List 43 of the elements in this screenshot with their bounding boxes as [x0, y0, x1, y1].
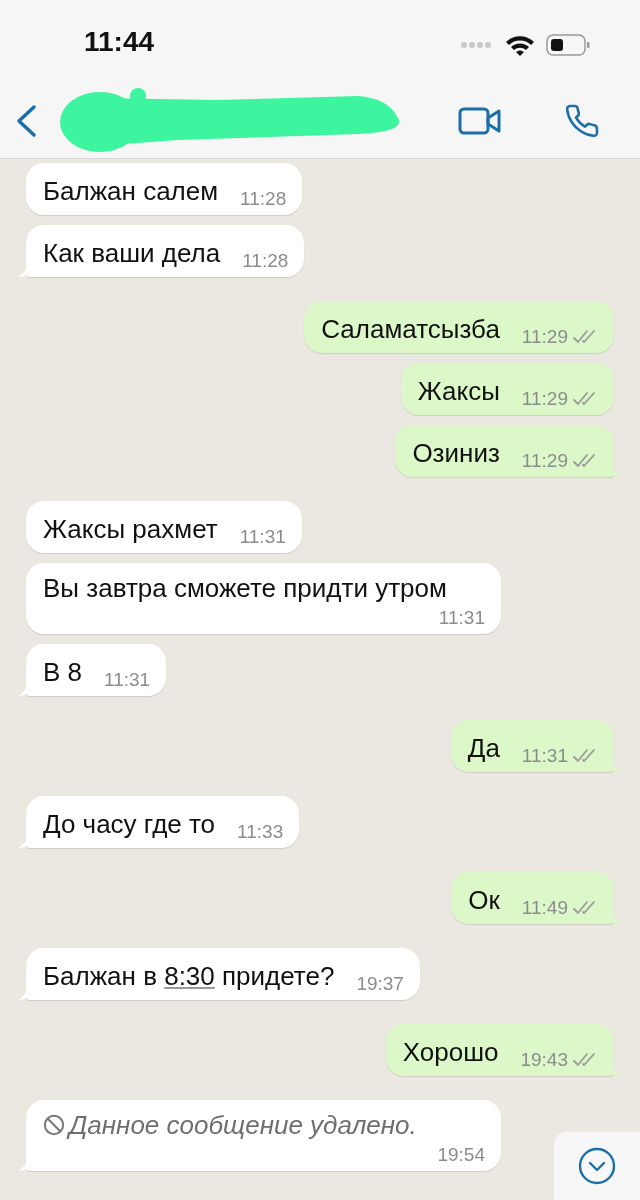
message-time: 11:28	[240, 188, 287, 210]
scroll-down-button[interactable]	[554, 1132, 640, 1200]
message-text: Вы завтра сможете придти утром	[43, 573, 447, 603]
message-time: 11:28	[242, 250, 289, 272]
message-text: Да	[467, 733, 500, 763]
message-text: Озиниз	[412, 438, 500, 468]
video-call-icon[interactable]	[458, 107, 502, 135]
message-time: 19:54	[437, 1144, 485, 1166]
time-link[interactable]: 8:30	[164, 961, 215, 991]
message-time: 11:29	[521, 450, 568, 472]
incoming-message-bubble[interactable]: Балжан салем 11:28	[26, 163, 303, 215]
incoming-message-bubble[interactable]: Жаксы рахмет 11:31	[26, 501, 302, 553]
chevron-down-icon	[578, 1147, 616, 1185]
wifi-icon	[506, 34, 534, 56]
incoming-message-bubble[interactable]: Вы завтра сможете придти утром 11:31	[26, 563, 501, 634]
message-text: Как ваши дела	[43, 238, 221, 268]
message-time: 11:49	[521, 897, 568, 919]
message-time: 11:31	[438, 607, 485, 629]
message-text: Балжан салем	[43, 176, 219, 206]
message-text: Саламатсызба	[321, 314, 500, 344]
signal-dots-icon	[460, 41, 494, 49]
message-time: 11:31	[239, 526, 286, 548]
phone-icon[interactable]	[564, 103, 600, 139]
message-time: 11:31	[521, 745, 568, 767]
back-icon[interactable]	[14, 104, 38, 138]
message-time: 11:29	[521, 326, 568, 348]
message-time: 11:31	[104, 669, 151, 691]
message-time: 11:29	[521, 388, 568, 410]
status-time: 11:44	[84, 26, 156, 58]
message-time: 11:33	[237, 821, 284, 843]
message-text: Хорошо	[402, 1037, 499, 1067]
outgoing-message-bubble[interactable]: Жаксы 11:29	[400, 363, 614, 415]
message-text: Ок	[468, 885, 500, 915]
message-text: До часу где то	[43, 809, 216, 839]
ban-icon	[43, 1114, 65, 1136]
message-text: В 8	[43, 657, 83, 687]
outgoing-message-bubble[interactable]: Саламатсызба 11:29	[304, 301, 614, 353]
message-text: Жаксы рахмет	[43, 514, 218, 544]
message-time: 19:37	[356, 973, 404, 995]
message-text: Балжан в 8:30 придете?	[43, 961, 335, 991]
battery-icon	[546, 34, 590, 56]
message-text: Жаксы	[417, 376, 500, 406]
message-time: 19:43	[520, 1049, 568, 1071]
